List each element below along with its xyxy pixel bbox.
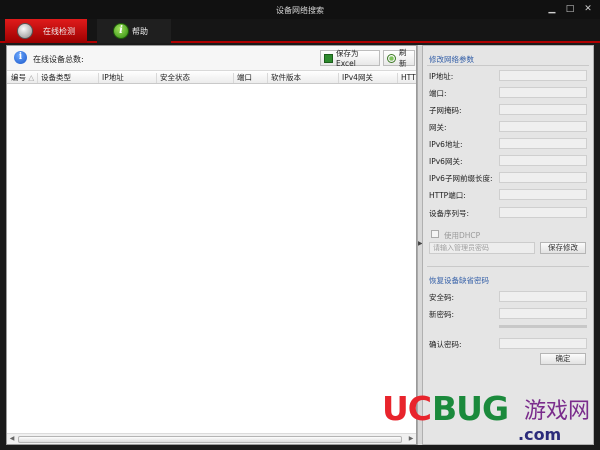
minimize-icon[interactable]: ▁ [546, 3, 558, 15]
column-header-http[interactable]: HTT [398, 73, 416, 83]
column-header-ip[interactable]: IP地址 [99, 73, 157, 83]
dhcp-label: 使用DHCP [444, 231, 481, 240]
new-password-input[interactable] [499, 308, 587, 319]
column-header-security[interactable]: 安全状态 [157, 73, 234, 83]
divider [427, 266, 589, 267]
reset-password-title: 恢复设备缺省密码 [429, 276, 489, 285]
watermark-com: .com [518, 425, 562, 444]
refresh-label: 刷新 [399, 48, 407, 68]
magnifier-icon [17, 23, 33, 39]
save-excel-label: 保存为Excel [336, 49, 359, 68]
http-port-label: HTTP端口: [429, 191, 466, 200]
admin-password-input[interactable]: 请输入管理员密码 [429, 242, 535, 254]
tab-label: 帮助 [132, 26, 148, 36]
ipv6-prefix-label: IPv6子网前缀长度: [429, 174, 493, 183]
watermark-uc: UC [382, 389, 432, 428]
device-table-body [7, 84, 416, 433]
gateway-input[interactable] [499, 121, 587, 132]
column-header-type[interactable]: 设备类型 [38, 73, 99, 83]
maximize-icon[interactable]: □ [564, 3, 576, 15]
divider [427, 65, 589, 66]
ipv6-address-input[interactable] [499, 138, 587, 149]
refresh-button[interactable]: 刷新 [383, 48, 415, 68]
ipv6-address-label: IPv6地址: [429, 140, 463, 149]
serial-number-label: 设备序列号: [429, 209, 470, 218]
ip-address-input[interactable] [499, 70, 587, 81]
tab-label: 在线检测 [43, 26, 75, 36]
confirm-password-input[interactable] [499, 338, 587, 349]
watermark-bug: BUG [432, 389, 509, 428]
confirm-password-label: 确认密码: [429, 340, 462, 349]
watermark-cn: 游戏网 [524, 399, 591, 424]
password-strength-bar [499, 325, 587, 328]
table-header: 编号 △ 设备类型 IP地址 安全状态 端口 软件版本 IPv4网关 HTT [7, 70, 416, 84]
info-icon: i [113, 23, 129, 39]
subnet-mask-input[interactable] [499, 104, 587, 115]
excel-icon [324, 54, 333, 63]
http-port-input[interactable] [499, 189, 587, 200]
scrollbar-thumb[interactable] [18, 436, 402, 443]
window-title: 设备网络搜索 [276, 6, 324, 15]
scroll-left-icon[interactable]: ◀ [7, 434, 17, 444]
subnet-mask-label: 子网掩码: [429, 106, 462, 115]
horizontal-scrollbar[interactable]: ◀ ▶ [7, 433, 416, 444]
tab-bar: 在线检测 i 帮助 [0, 19, 600, 43]
ipv6-gateway-label: IPv6网关: [429, 157, 463, 166]
close-icon[interactable]: ✕ [582, 3, 594, 15]
port-input[interactable] [499, 87, 587, 98]
gateway-label: 网关: [429, 123, 447, 132]
title-bar: 设备网络搜索 ▁ □ ✕ [0, 0, 600, 19]
confirm-button[interactable]: 确定 [540, 353, 586, 365]
sort-arrow-icon: △ [28, 73, 35, 82]
info-icon: i [14, 51, 27, 64]
window-controls: ▁ □ ✕ [546, 3, 594, 15]
security-code-input[interactable] [499, 291, 587, 302]
column-header-port[interactable]: 端口 [234, 73, 268, 83]
save-changes-button[interactable]: 保存修改 [540, 242, 586, 254]
list-toolbar: i 在线设备总数: 保存为Excel 刷新 [7, 46, 416, 70]
ucbug-watermark-logo: UC BUG 游戏网 .com [382, 385, 596, 447]
online-count-label: 在线设备总数: [33, 55, 84, 64]
tab-help[interactable]: i 帮助 [97, 19, 171, 43]
refresh-icon [387, 54, 396, 63]
serial-number-input[interactable] [499, 207, 587, 218]
ipv6-prefix-input[interactable] [499, 172, 587, 183]
port-label: 端口: [429, 89, 447, 98]
device-list-panel: i 在线设备总数: 保存为Excel 刷新 编号 △ 设备类型 IP地址 安全状… [6, 45, 417, 445]
tab-online-detect[interactable]: 在线检测 [5, 19, 87, 43]
new-password-label: 新密码: [429, 310, 455, 319]
ip-address-label: IP地址: [429, 72, 454, 81]
ipv6-gateway-input[interactable] [499, 155, 587, 166]
column-header-ipv4-gateway[interactable]: IPv4网关 [339, 73, 398, 83]
security-code-label: 安全码: [429, 293, 455, 302]
column-header-id[interactable]: 编号 △ [8, 73, 38, 83]
save-excel-button[interactable]: 保存为Excel [320, 49, 380, 68]
column-header-version[interactable]: 软件版本 [268, 73, 339, 83]
dhcp-checkbox[interactable] [431, 230, 439, 238]
network-params-title: 修改网络参数 [429, 55, 474, 64]
